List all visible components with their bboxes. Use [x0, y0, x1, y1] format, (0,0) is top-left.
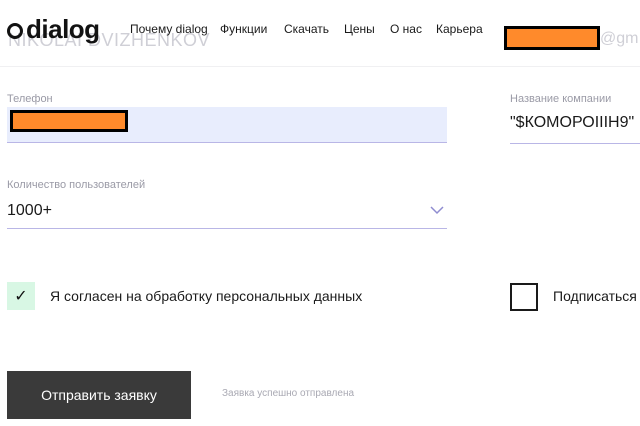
subscribe-label: Подписаться [553, 288, 637, 304]
nav-why-dialog[interactable]: Почему dialog [130, 22, 208, 36]
users-count-label: Количество пользователей [7, 179, 146, 191]
logo-text: dialog [26, 13, 100, 44]
users-count-underline [7, 228, 447, 229]
nav-careers[interactable]: Карьера [436, 22, 483, 36]
nav-about[interactable]: О нас [390, 22, 422, 36]
redacted-box [504, 26, 600, 50]
chevron-down-icon[interactable] [429, 204, 445, 216]
consent-label: Я согласен на обработку персональных дан… [50, 288, 363, 304]
company-underline [510, 143, 640, 144]
phone-label: Телефон [7, 93, 53, 105]
consent-checkbox[interactable]: ✓ [7, 282, 35, 310]
logo-circle-icon [7, 23, 23, 39]
nav-features[interactable]: Функции [220, 22, 267, 36]
submit-button[interactable]: Отправить заявку [7, 371, 191, 419]
users-count-select[interactable]: 1000+ [7, 202, 52, 220]
phone-input[interactable] [7, 107, 447, 143]
check-icon: ✓ [14, 288, 28, 305]
company-input[interactable]: "$КОМОРОIIIН9" [510, 114, 634, 132]
dialog-logo[interactable]: dialog [7, 14, 100, 44]
redacted-phone-value [10, 110, 128, 132]
subscribe-checkbox[interactable] [510, 283, 538, 311]
top-navigation: dialog Почему dialog Функции Скачать Цен… [0, 0, 640, 67]
company-label: Название компании [510, 93, 612, 105]
success-message: Заявка успешно отправлена [222, 388, 355, 399]
nav-download[interactable]: Скачать [284, 22, 329, 36]
nav-pricing[interactable]: Цены [344, 22, 375, 36]
